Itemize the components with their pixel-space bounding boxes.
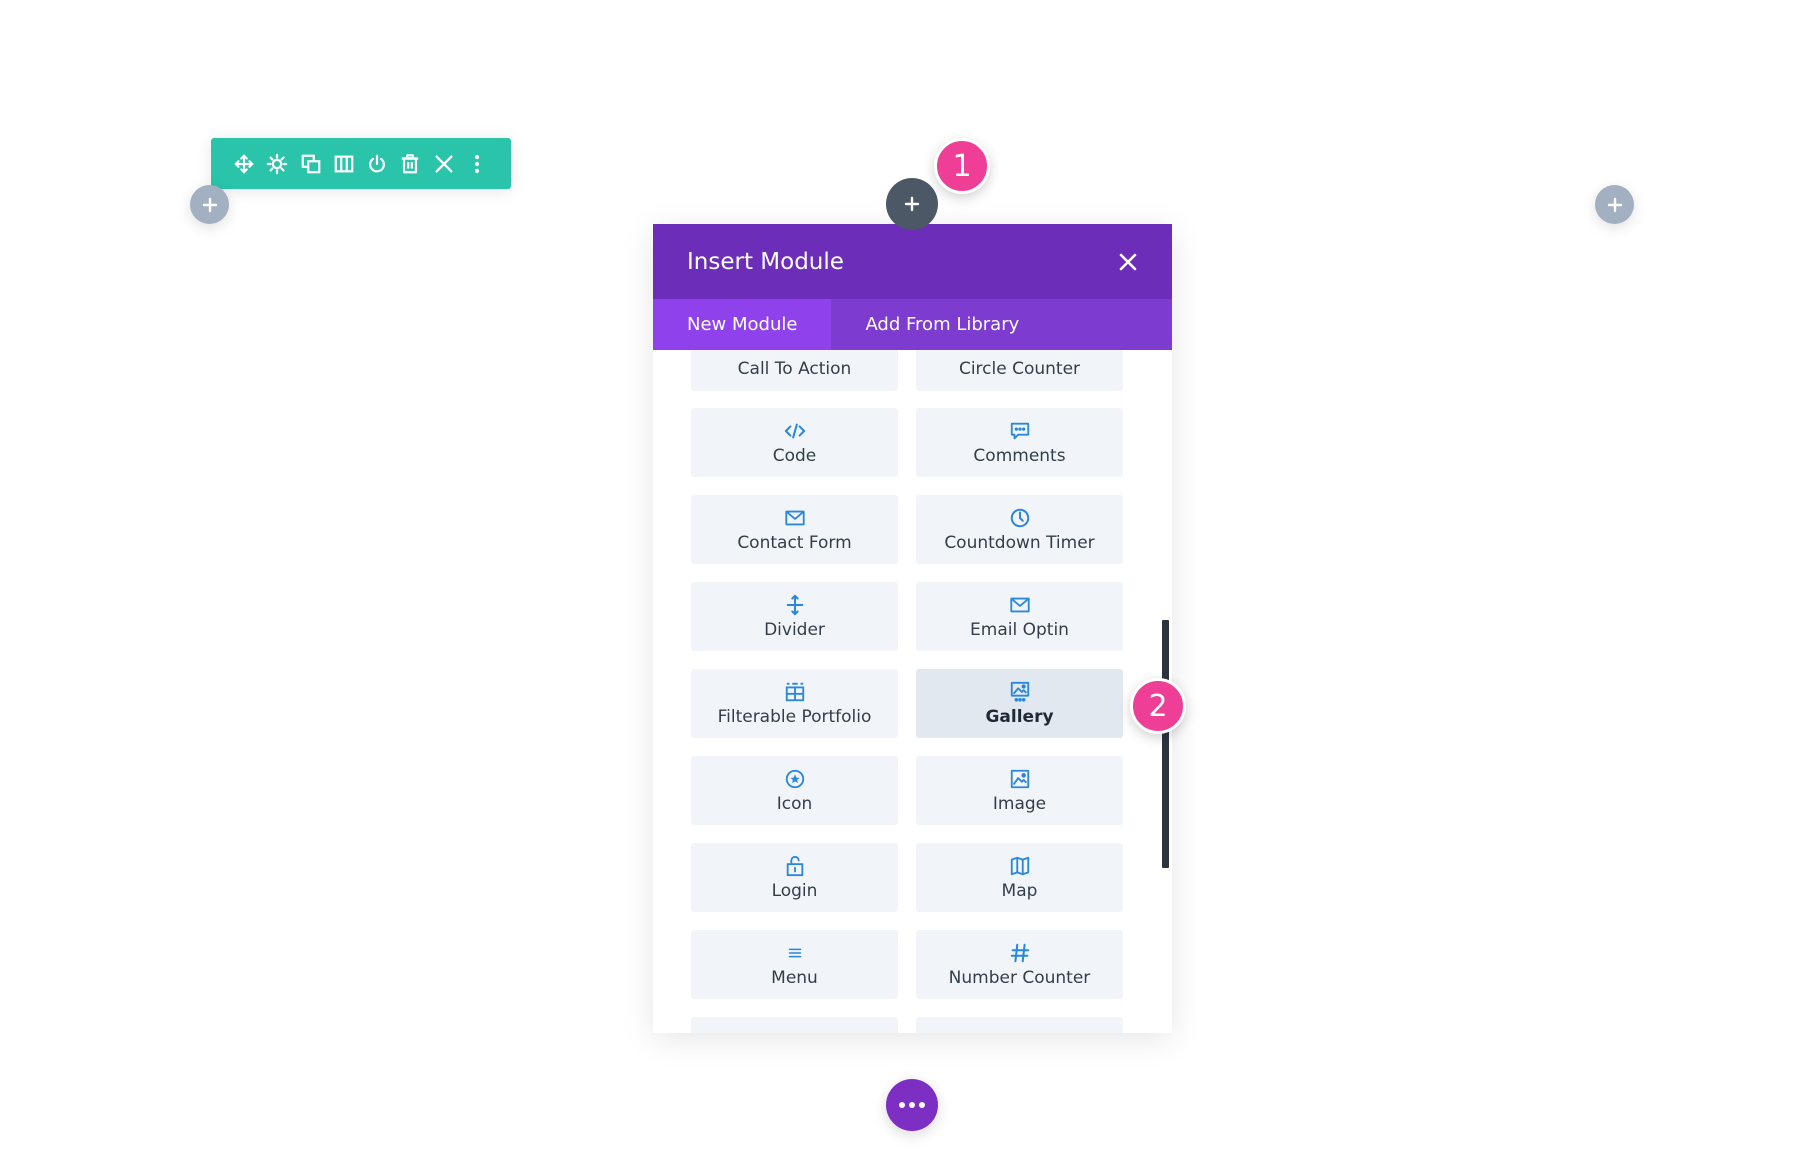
close-icon [435,154,453,173]
module-code[interactable]: Code [691,408,898,477]
module-list: Call To Action Circle Counter Code Comme… [653,350,1172,1033]
star-circle-icon [784,768,806,790]
module-label: Number Counter [948,967,1091,988]
module-countdown-timer[interactable]: Countdown Timer [916,495,1123,564]
duplicate-button[interactable] [298,149,324,179]
duplicate-icon [301,154,320,173]
page-settings-more-button[interactable] [886,1079,938,1131]
hash-icon [1009,942,1031,964]
module-menu[interactable]: Menu [691,930,898,999]
modal-tabs: New Module Add From Library [653,299,1172,350]
module-circle-counter[interactable]: Circle Counter [916,350,1123,391]
envelope-icon [1009,594,1031,616]
module-label: Map [1001,880,1038,901]
modal-close-button[interactable] [1114,248,1142,276]
module-label: Contact Form [737,532,852,553]
columns-button[interactable] [331,149,357,179]
module-label: Menu [771,967,818,988]
settings-button[interactable] [264,149,290,179]
comments-icon [1009,420,1031,442]
module-label: Gallery [985,706,1054,727]
step-badge-2: 2 [1130,678,1186,734]
toggle-button[interactable] [364,149,390,179]
module-icon[interactable]: Icon [691,756,898,825]
add-row-right-button[interactable] [1595,185,1634,224]
trash-icon [402,153,419,173]
module-label: Divider [764,619,825,640]
module-label: Filterable Portfolio [717,706,872,727]
add-module-button[interactable] [886,178,938,230]
row-toolbar [211,138,511,189]
more-horizontal-icon [899,1102,925,1108]
modal-header: Insert Module [653,224,1172,299]
module-gallery[interactable]: Gallery [916,669,1123,738]
module-label: Code [772,445,817,466]
portfolio-grid-icon [784,681,806,703]
module-call-to-action[interactable]: Call To Action [691,350,898,391]
more-vertical-icon [474,154,480,173]
modal-title: Insert Module [687,248,844,275]
gear-icon [267,153,288,174]
lock-icon [784,855,806,877]
module-divider[interactable]: Divider [691,582,898,651]
image-icon [1009,768,1031,790]
module-email-optin[interactable]: Email Optin [916,582,1123,651]
module-label: Image [992,793,1047,814]
module-login[interactable]: Login [691,843,898,912]
delete-button[interactable] [397,149,423,179]
module-image[interactable]: Image [916,756,1123,825]
columns-icon [334,155,354,172]
module-tile-partial[interactable] [691,1017,898,1033]
add-row-left-button[interactable] [190,185,229,224]
gallery-icon [1009,681,1031,703]
envelope-icon [784,507,806,529]
plus-icon [904,196,920,212]
clock-icon [1009,507,1031,529]
close-icon [1119,253,1137,270]
module-label: Countdown Timer [944,532,1095,553]
module-number-counter[interactable]: Number Counter [916,930,1123,999]
move-icon [234,154,254,173]
module-label: Call To Action [737,358,852,379]
power-icon [369,154,386,172]
module-map[interactable]: Map [916,843,1123,912]
module-label: Circle Counter [958,358,1081,379]
move-button[interactable] [231,149,257,179]
tab-new-module[interactable]: New Module [653,299,832,350]
more-options-button[interactable] [464,149,490,179]
module-label: Comments [973,445,1066,466]
plus-icon [202,197,217,212]
insert-module-modal: Insert Module New Module Add From Librar… [653,224,1172,1033]
module-list-scrollbar[interactable] [1162,620,1169,868]
module-label: Login [771,880,818,901]
module-filterable-portfolio[interactable]: Filterable Portfolio [691,669,898,738]
module-contact-form[interactable]: Contact Form [691,495,898,564]
tab-add-from-library[interactable]: Add From Library [831,299,1053,350]
map-icon [1009,855,1031,877]
module-tile-partial[interactable] [916,1017,1123,1033]
module-comments[interactable]: Comments [916,408,1123,477]
code-icon [784,420,806,442]
module-label: Email Optin [970,619,1069,640]
exit-button[interactable] [431,149,457,179]
step-badge-1: 1 [934,138,990,194]
module-label: Icon [776,793,813,814]
divider-icon [784,594,806,616]
menu-icon [784,942,806,964]
plus-icon [1607,197,1622,212]
